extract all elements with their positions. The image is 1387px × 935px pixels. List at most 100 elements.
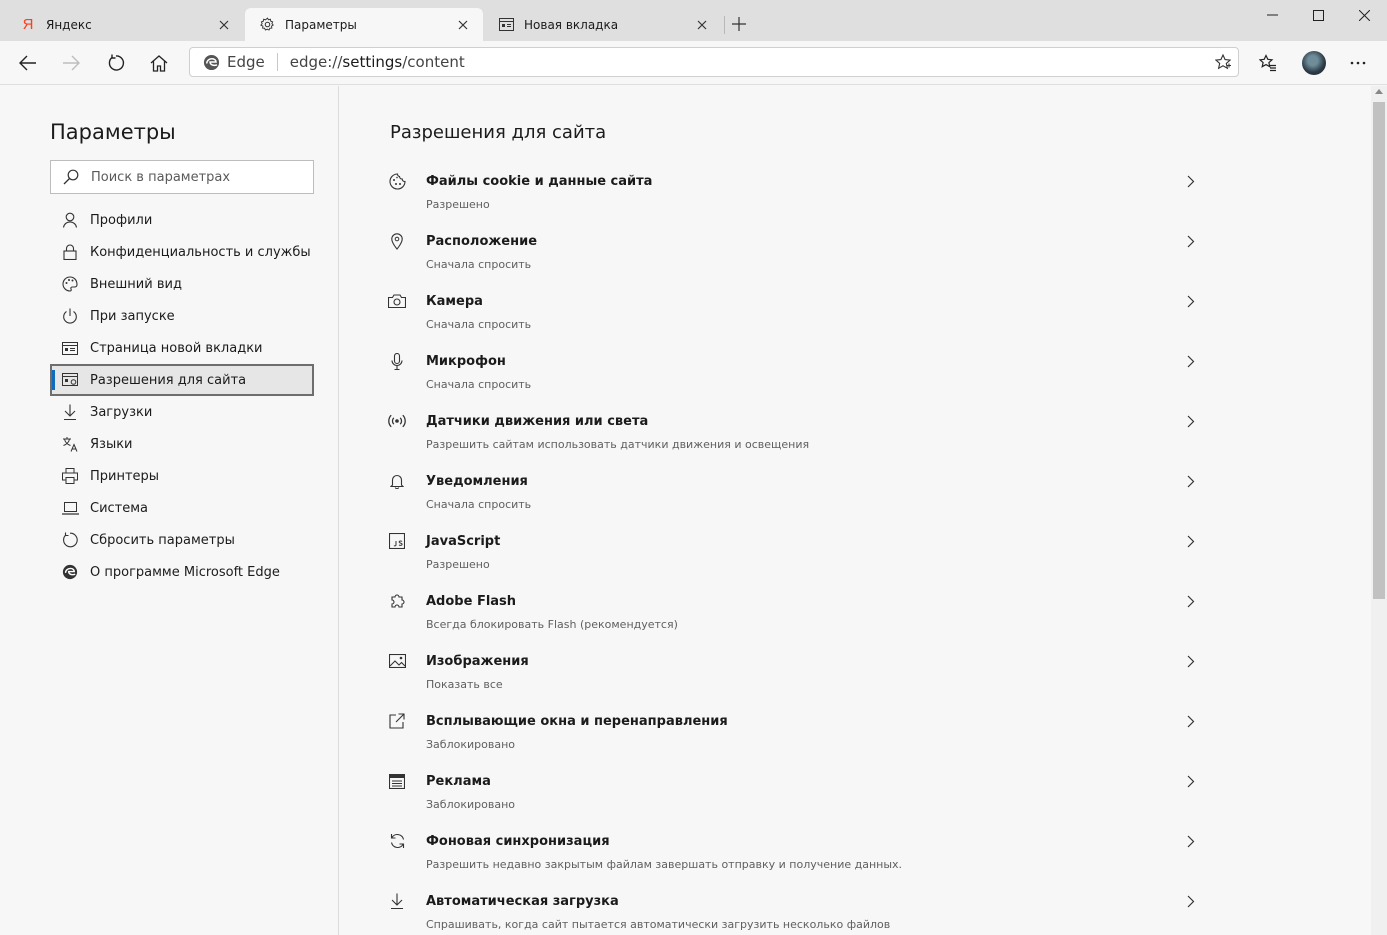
permission-sensors[interactable]: Датчики движения или света Разрешить сай… xyxy=(380,404,1210,464)
permission-images[interactable]: Изображения Показать все xyxy=(380,644,1210,704)
sidebar-item-downloads[interactable]: Загрузки xyxy=(50,396,314,428)
more-menu-button[interactable] xyxy=(1342,47,1374,79)
sidebar-item-label: Разрешения для сайта xyxy=(90,372,247,388)
puzzle-icon xyxy=(388,592,406,610)
power-icon xyxy=(61,307,79,325)
chevron-right-icon xyxy=(1182,412,1200,430)
permission-cookies[interactable]: Файлы cookie и данные сайта Разрешено xyxy=(380,164,1210,224)
permission-title: Реклама xyxy=(426,774,491,789)
sidebar-item-languages[interactable]: Языки xyxy=(50,428,314,460)
sidebar-item-privacy[interactable]: Конфиденциальность и службы xyxy=(50,236,314,268)
cookie-icon xyxy=(388,172,406,190)
tab-strip: Я Яндекс Параметры Новая вкладка xyxy=(0,0,1387,41)
sidebar-item-appearance[interactable]: Внешний вид xyxy=(50,268,314,300)
close-window-button[interactable] xyxy=(1341,0,1387,30)
permission-camera[interactable]: Камера Сначала спросить xyxy=(380,284,1210,344)
permission-location[interactable]: Расположение Сначала спросить xyxy=(380,224,1210,284)
sidebar-item-new-tab-page[interactable]: Страница новой вкладки xyxy=(50,332,314,364)
permission-title: Adobe Flash xyxy=(426,594,517,609)
permission-title: Автоматическая загрузка xyxy=(426,894,619,909)
laptop-icon xyxy=(61,499,79,517)
home-button[interactable] xyxy=(143,47,175,79)
permission-automatic-downloads[interactable]: Автоматическая загрузка Спрашивать, когд… xyxy=(380,884,1210,935)
sidebar-item-system[interactable]: Система xyxy=(50,492,314,524)
chevron-right-icon xyxy=(1182,472,1200,490)
permission-ads[interactable]: Реклама Заблокировано xyxy=(380,764,1210,824)
download-icon xyxy=(61,403,79,421)
chevron-right-icon xyxy=(1182,532,1200,550)
search-input[interactable] xyxy=(91,169,291,185)
scrollbar-thumb[interactable] xyxy=(1373,102,1385,599)
sensor-icon xyxy=(388,412,406,430)
settings-title: Параметры xyxy=(50,120,176,144)
permission-title: Расположение xyxy=(426,234,538,249)
new-tab-page-icon xyxy=(61,339,79,357)
close-icon[interactable] xyxy=(216,17,232,33)
scroll-up-arrow-icon[interactable] xyxy=(1375,88,1383,96)
permission-microphone[interactable]: Микрофон Сначала спросить xyxy=(380,344,1210,404)
close-icon[interactable] xyxy=(455,17,471,33)
sidebar-item-printers[interactable]: Принтеры xyxy=(50,460,314,492)
url-text[interactable]: edge://settings/content xyxy=(290,53,1208,71)
settings-search[interactable] xyxy=(50,160,314,194)
permission-status: Показать все xyxy=(426,678,503,691)
permission-title: Изображения xyxy=(426,654,529,669)
sidebar-item-site-permissions[interactable]: Разрешения для сайта xyxy=(50,364,314,396)
close-icon[interactable] xyxy=(694,17,710,33)
tab-title: Новая вкладка xyxy=(524,17,619,32)
tab-yandex[interactable]: Я Яндекс xyxy=(6,8,244,41)
permission-status: Разрешить недавно закрытым файлам заверш… xyxy=(426,858,903,871)
permission-title: Уведомления xyxy=(426,474,528,489)
permission-status: Сначала спросить xyxy=(426,498,532,511)
site-permissions-icon xyxy=(61,371,79,389)
sidebar-item-label: Конфиденциальность и службы xyxy=(90,244,311,260)
sidebar-item-reset[interactable]: Сбросить параметры xyxy=(50,524,314,556)
bell-icon xyxy=(388,472,406,490)
sync-icon xyxy=(388,832,406,850)
permissions-list: Файлы cookie и данные сайта Разрешено Ра… xyxy=(380,164,1210,935)
tab-settings[interactable]: Параметры xyxy=(245,8,483,41)
sidebar-item-label: Система xyxy=(90,500,149,516)
ads-icon xyxy=(388,772,406,790)
maximize-button[interactable] xyxy=(1295,0,1341,30)
sidebar-item-about[interactable]: О программе Microsoft Edge xyxy=(50,556,314,588)
palette-icon xyxy=(61,275,79,293)
sidebar-item-label: О программе Microsoft Edge xyxy=(90,564,280,580)
sidebar-item-label: Принтеры xyxy=(90,468,160,484)
chevron-right-icon xyxy=(1182,292,1200,310)
settings-sidebar: Параметры Профили Конфиденциальность и с… xyxy=(0,86,339,935)
permission-title: Камера xyxy=(426,294,483,309)
sidebar-item-label: Сбросить параметры xyxy=(90,532,235,548)
popup-icon xyxy=(388,712,406,730)
permission-status: Сначала спросить xyxy=(426,258,532,271)
address-bar[interactable]: Edge edge://settings/content xyxy=(189,47,1239,77)
add-favorite-star-icon[interactable] xyxy=(1208,47,1238,77)
permission-popups[interactable]: Всплывающие окна и перенаправления Забло… xyxy=(380,704,1210,764)
minimize-button[interactable] xyxy=(1249,0,1295,30)
permission-status: Спрашивать, когда сайт пытается автомати… xyxy=(426,918,891,931)
sidebar-item-label: Загрузки xyxy=(90,404,153,420)
permission-title: Всплывающие окна и перенаправления xyxy=(426,714,728,729)
forward-button[interactable] xyxy=(55,47,87,79)
chevron-right-icon xyxy=(1182,172,1200,190)
avatar[interactable] xyxy=(1302,51,1326,75)
tab-new-tab[interactable]: Новая вкладка xyxy=(484,8,722,41)
yandex-icon: Я xyxy=(22,16,34,33)
camera-icon xyxy=(388,292,406,310)
sidebar-item-on-startup[interactable]: При запуске xyxy=(50,300,314,332)
browser-toolbar: Edge edge://settings/content xyxy=(0,41,1387,85)
permission-status: Всегда блокировать Flash (рекомендуется) xyxy=(426,618,678,631)
permission-background-sync[interactable]: Фоновая синхронизация Разрешить недавно … xyxy=(380,824,1210,884)
reset-icon xyxy=(61,531,79,549)
permission-notifications[interactable]: Уведомления Сначала спросить xyxy=(380,464,1210,524)
permission-javascript[interactable]: JavaScript Разрешено xyxy=(380,524,1210,584)
permission-adobe-flash[interactable]: Adobe Flash Всегда блокировать Flash (ре… xyxy=(380,584,1210,644)
tab-title: Параметры xyxy=(285,17,357,32)
page-scrollbar[interactable] xyxy=(1371,86,1387,935)
new-tab-button[interactable] xyxy=(729,14,749,34)
back-button[interactable] xyxy=(12,47,44,79)
chevron-right-icon xyxy=(1182,892,1200,910)
favorites-button[interactable] xyxy=(1252,47,1284,79)
sidebar-item-profiles[interactable]: Профили xyxy=(50,204,314,236)
refresh-button[interactable] xyxy=(100,47,132,79)
